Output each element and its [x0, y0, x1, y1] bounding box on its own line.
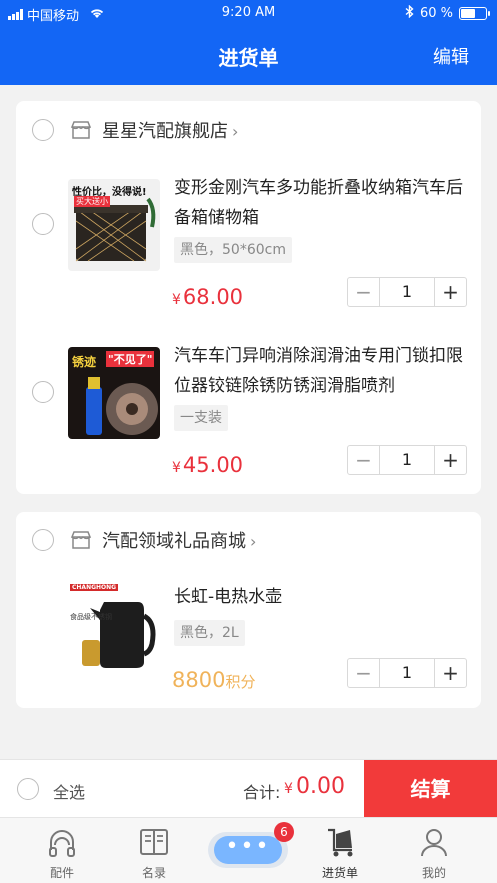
- bluetooth-icon: [405, 4, 414, 22]
- tab-directory[interactable]: 名录: [114, 818, 194, 883]
- tab-purchase-list[interactable]: 进货单: [300, 818, 380, 883]
- quantity-value[interactable]: 1: [380, 659, 434, 687]
- store-icon: [70, 120, 92, 140]
- checkout-bar: 全选 合计: ¥ 0.00 结算: [0, 759, 497, 818]
- plus-button[interactable]: +: [434, 278, 466, 306]
- status-bar: 中国移动 9:20 AM 60 %: [0, 0, 497, 28]
- chevron-right-icon: ›: [232, 122, 239, 141]
- total-currency: ¥: [284, 781, 293, 797]
- tab-label: 配件: [49, 866, 74, 880]
- product-spec[interactable]: 一支装: [174, 405, 228, 431]
- product-title[interactable]: 长虹-电热水壶: [174, 582, 474, 612]
- headset-icon: [49, 830, 75, 857]
- select-all-label[interactable]: 全选: [53, 779, 85, 803]
- total-value: 0.00: [296, 774, 345, 799]
- quantity-stepper: − 1 +: [347, 658, 467, 688]
- store-name: 星星汽配旗舰店: [102, 121, 228, 142]
- tab-bar: 配件 名录 ••• 6 进货单 我的: [0, 817, 497, 883]
- select-all-radio[interactable]: [17, 778, 39, 800]
- product-spec[interactable]: 黑色，2L: [174, 620, 245, 646]
- product-title[interactable]: 汽车车门异响消除润滑油专用门锁扣限位器铰链除锈防锈润滑脂喷剂: [174, 341, 474, 401]
- product-spec[interactable]: 黑色，50*60cm: [174, 237, 292, 263]
- battery-percent: 60 %: [419, 6, 453, 21]
- store-select-radio[interactable]: [32, 529, 54, 551]
- checkout-button[interactable]: 结算: [364, 760, 497, 818]
- item-select-radio[interactable]: [32, 381, 54, 403]
- store-select-radio[interactable]: [32, 119, 54, 141]
- battery-fill: [461, 9, 475, 18]
- store-header[interactable]: 汽配领域礼品商城 ›: [16, 512, 481, 570]
- price-currency: ¥: [172, 460, 181, 476]
- quantity-value[interactable]: 1: [380, 278, 434, 306]
- product-price: 45.00: [182, 453, 244, 477]
- store-card: 汽配领域礼品商城 › CHANGHONG 食品级不锈钢 长虹-电热水壶 黑色，2L…: [16, 512, 481, 708]
- page-title: 进货单: [218, 46, 279, 70]
- store-name: 汽配领域礼品商城: [102, 531, 246, 552]
- battery-icon: [459, 7, 490, 20]
- product-image[interactable]: CHANGHONG 食品级不锈钢: [68, 582, 160, 674]
- minus-button[interactable]: −: [348, 659, 380, 687]
- minus-button[interactable]: −: [348, 278, 380, 306]
- store-icon: [70, 530, 92, 550]
- store-header[interactable]: 星星汽配旗舰店 ›: [16, 101, 481, 159]
- thumb-tag: "不见了": [106, 351, 155, 367]
- tab-label: 我的: [421, 866, 446, 880]
- quantity-stepper: − 1 +: [347, 277, 467, 307]
- item-select-radio[interactable]: [32, 213, 54, 235]
- plus-button[interactable]: +: [434, 446, 466, 474]
- thumb-caption: CHANGHONG: [70, 584, 119, 591]
- cart-item: CHANGHONG 食品级不锈钢 长虹-电热水壶 黑色，2L 8800积分 − …: [16, 570, 481, 708]
- points-unit: 积分: [225, 673, 256, 691]
- chevron-right-icon: ›: [250, 532, 257, 551]
- tab-profile[interactable]: 我的: [394, 818, 474, 883]
- cart-item: 锈迹 "不见了" 汽车车门异响消除润滑油专用门锁扣限位器铰链除锈防锈润滑脂喷剂 …: [16, 331, 481, 481]
- thumb-tag: 食品级不锈钢: [70, 613, 112, 621]
- product-points: 8800: [172, 668, 226, 692]
- price-currency: ¥: [172, 292, 181, 308]
- product-image[interactable]: 锈迹 "不见了": [68, 347, 160, 439]
- cart-item: 性价比，没得说! 买大送小 变形金刚汽车多功能折叠收纳箱汽车后备箱储物箱 黑色，…: [16, 163, 481, 313]
- book-icon: [140, 829, 168, 855]
- quantity-value[interactable]: 1: [380, 446, 434, 474]
- tab-label: 进货单: [321, 866, 358, 880]
- thumb-tag: 买大送小: [74, 196, 110, 207]
- user-icon: [421, 829, 447, 857]
- plus-button[interactable]: +: [434, 659, 466, 687]
- total-label: 合计:: [243, 783, 281, 802]
- thumb-caption: 锈迹: [72, 355, 97, 369]
- minus-button[interactable]: −: [348, 446, 380, 474]
- tab-label: 名录: [141, 866, 166, 880]
- notification-badge: 6: [274, 822, 294, 842]
- top-bar: 中国移动 9:20 AM 60 % 进货单 编辑: [0, 0, 497, 85]
- product-title[interactable]: 变形金刚汽车多功能折叠收纳箱汽车后备箱储物箱: [174, 173, 474, 233]
- store-card: 星星汽配旗舰店 › 性价比，没得说! 买大送小 变形金刚汽车多功能折叠收纳箱汽车后…: [16, 101, 481, 494]
- product-price: 68.00: [182, 285, 244, 309]
- tab-parts[interactable]: 配件: [22, 818, 102, 883]
- cart-icon: [328, 828, 353, 857]
- edit-button[interactable]: 编辑: [433, 43, 469, 69]
- product-image[interactable]: 性价比，没得说! 买大送小: [68, 179, 160, 271]
- quantity-stepper: − 1 +: [347, 445, 467, 475]
